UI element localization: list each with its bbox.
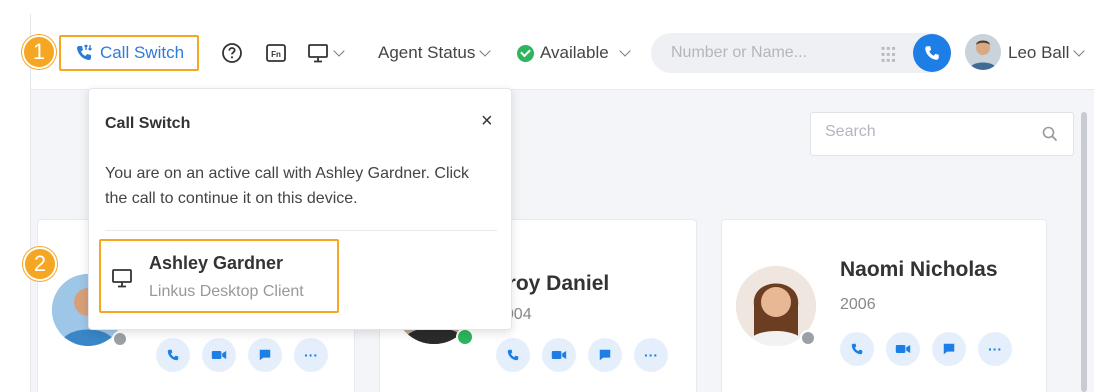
chevron-down-icon bbox=[619, 44, 631, 57]
help-button[interactable] bbox=[221, 38, 243, 68]
contacts-search bbox=[810, 112, 1074, 156]
dialpad-icon[interactable]: ▪▪▪ ▪▪▪ ▪▪▪ bbox=[881, 42, 897, 66]
active-call-device: Linkus Desktop Client bbox=[149, 283, 304, 300]
video-call-button[interactable] bbox=[542, 338, 576, 372]
call-switch-icon bbox=[76, 44, 92, 60]
user-name: Leo Ball bbox=[1008, 43, 1070, 62]
phone-icon bbox=[167, 349, 179, 361]
top-toolbar: Call Switch Fn Agent Status Available Nu… bbox=[31, 14, 1094, 90]
phone-icon bbox=[507, 349, 519, 361]
dial-search-bar: ▪▪▪▪▪▪▪▪▪ bbox=[651, 33, 951, 73]
phone-icon bbox=[925, 46, 939, 60]
monitor-icon bbox=[308, 44, 328, 63]
user-avatar[interactable] bbox=[965, 34, 1001, 70]
function-keys-button[interactable]: Fn bbox=[265, 38, 287, 68]
device-selector[interactable] bbox=[307, 38, 345, 68]
chevron-down-icon bbox=[479, 44, 492, 57]
call-switch-popover: Call Switch × You are on an active call … bbox=[88, 88, 512, 330]
more-button[interactable]: ··· bbox=[978, 332, 1012, 366]
search-icon bbox=[1042, 126, 1058, 142]
more-button[interactable]: ··· bbox=[294, 338, 328, 372]
call-button[interactable] bbox=[496, 338, 530, 372]
video-call-button[interactable] bbox=[202, 338, 236, 372]
contact-actions: ··· bbox=[496, 338, 668, 372]
active-call-item[interactable]: Ashley Gardner Linkus Desktop Client bbox=[99, 239, 339, 313]
status-offline-icon bbox=[800, 330, 816, 346]
call-button[interactable] bbox=[156, 338, 190, 372]
more-icon: ··· bbox=[304, 347, 318, 363]
contact-actions: ··· bbox=[156, 338, 328, 372]
active-call-name: Ashley Gardner bbox=[149, 253, 284, 273]
chat-button[interactable] bbox=[248, 338, 282, 372]
call-button[interactable] bbox=[840, 332, 874, 366]
video-icon bbox=[895, 345, 911, 353]
chat-icon bbox=[943, 343, 955, 355]
video-icon bbox=[211, 351, 227, 359]
video-icon bbox=[551, 351, 567, 359]
availability-label: Available bbox=[540, 43, 609, 62]
more-button[interactable]: ··· bbox=[634, 338, 668, 372]
more-icon: ··· bbox=[644, 347, 658, 363]
chevron-down-icon bbox=[333, 44, 345, 57]
status-offline-icon bbox=[112, 331, 128, 347]
contact-extension: 2006 bbox=[840, 296, 876, 313]
contacts-scrollbar[interactable] bbox=[1081, 112, 1087, 392]
call-switch-label: Call Switch bbox=[99, 43, 185, 62]
contacts-search-input[interactable] bbox=[825, 123, 1025, 141]
contact-card[interactable]: Naomi Nicholas 2006 ··· bbox=[721, 219, 1047, 392]
popover-message: You are on an active call with Ashley Ga… bbox=[105, 165, 470, 207]
chat-icon bbox=[599, 349, 611, 361]
phone-icon bbox=[851, 343, 863, 355]
contact-name: Naomi Nicholas bbox=[840, 258, 998, 281]
step-marker-1: 1 bbox=[22, 35, 56, 69]
chevron-down-icon bbox=[1073, 44, 1086, 57]
available-status-icon bbox=[517, 44, 534, 62]
popover-title: Call Switch bbox=[105, 115, 191, 132]
agent-status-dropdown[interactable]: Agent Status bbox=[378, 38, 492, 68]
step-marker-2: 2 bbox=[23, 247, 57, 281]
divider bbox=[105, 230, 497, 231]
dial-call-button[interactable] bbox=[913, 34, 951, 72]
help-icon bbox=[222, 43, 242, 63]
agent-status-label: Agent Status bbox=[378, 43, 476, 62]
chat-icon bbox=[259, 349, 271, 361]
user-menu[interactable]: Leo Ball bbox=[1008, 38, 1086, 68]
chat-button[interactable] bbox=[932, 332, 966, 366]
availability-dropdown[interactable]: Available bbox=[517, 38, 631, 68]
chat-button[interactable] bbox=[588, 338, 622, 372]
video-call-button[interactable] bbox=[886, 332, 920, 366]
contact-name: Troy Daniel bbox=[496, 272, 610, 295]
fn-icon: Fn bbox=[266, 44, 286, 62]
call-switch-button[interactable]: Call Switch bbox=[59, 35, 199, 71]
status-available-icon bbox=[456, 328, 474, 346]
number-or-name-input[interactable] bbox=[671, 41, 871, 65]
app-window: Call Switch Fn Agent Status Available Nu… bbox=[30, 14, 1094, 392]
desktop-icon bbox=[112, 269, 132, 288]
close-icon[interactable]: × bbox=[481, 111, 493, 131]
contact-actions: ··· bbox=[840, 332, 1012, 366]
user-photo bbox=[965, 34, 1001, 70]
more-icon: ··· bbox=[988, 341, 1002, 357]
fn-icon-label: Fn bbox=[271, 50, 281, 59]
